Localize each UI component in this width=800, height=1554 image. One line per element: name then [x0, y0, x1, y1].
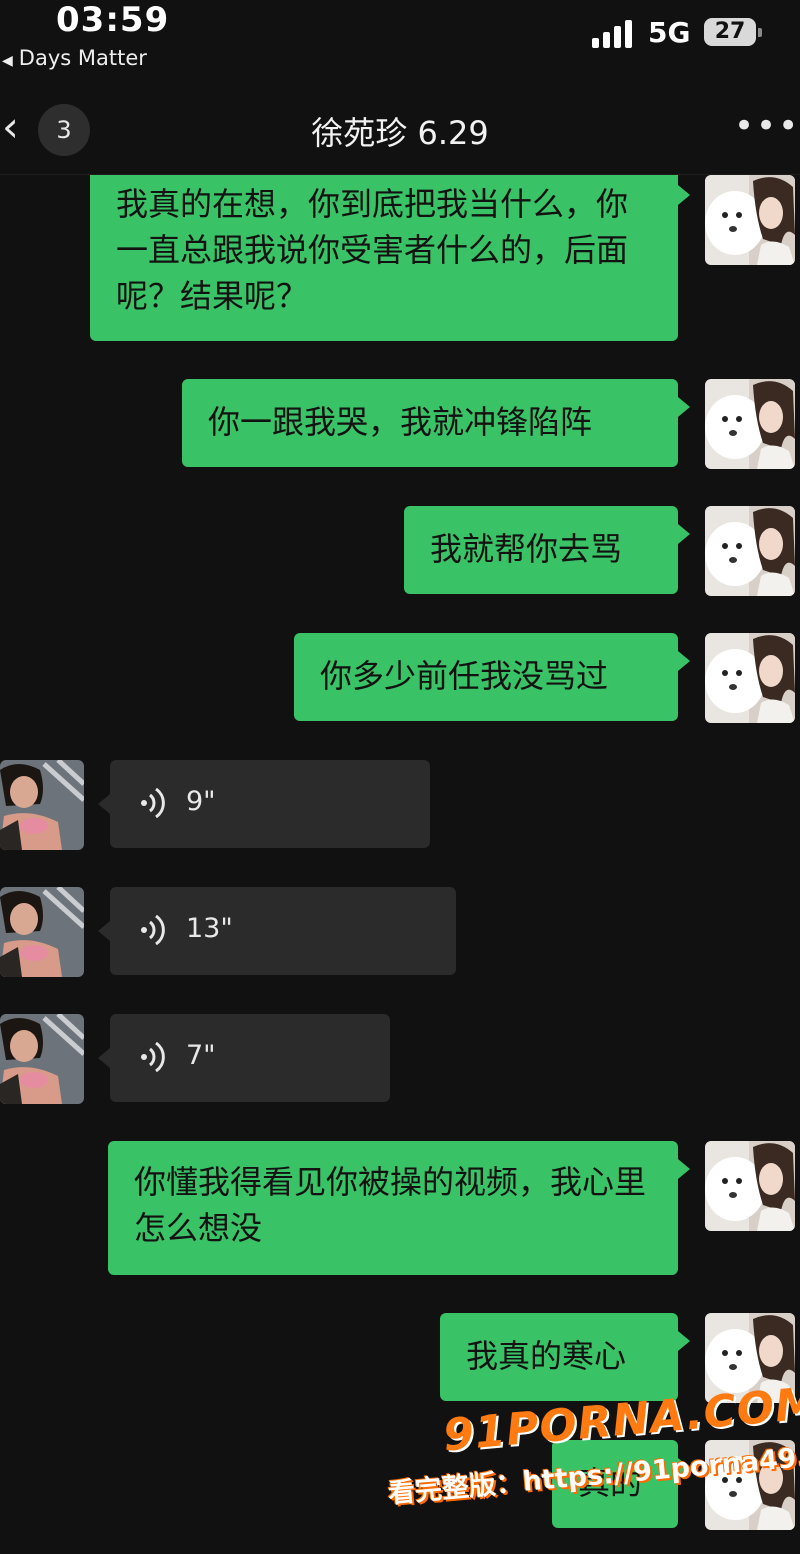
- status-bar: 03:59 ◀ Days Matter 5G 27: [0, 0, 800, 88]
- battery-tip: [758, 28, 762, 37]
- voice-duration: 13": [186, 913, 233, 944]
- sent-message-bubble[interactable]: 真的: [552, 1440, 690, 1528]
- chat-message-list[interactable]: 我真的在想，你到底把我当什么，你一直总跟我说你受害者什么的，后面呢？结果呢？ 你…: [0, 175, 800, 1554]
- my-avatar[interactable]: [705, 1141, 795, 1231]
- contact-avatar[interactable]: [0, 1014, 84, 1104]
- sent-message-bubble[interactable]: 我真的寒心: [440, 1313, 690, 1401]
- my-avatar[interactable]: [705, 633, 795, 723]
- signal-icon: [592, 18, 636, 48]
- voice-wave-icon: [139, 788, 165, 818]
- back-triangle-icon: ◀: [2, 53, 13, 69]
- contact-avatar[interactable]: [0, 760, 84, 850]
- status-time: 03:59: [56, 0, 170, 40]
- network-type: 5G: [648, 16, 691, 49]
- back-chevron-icon[interactable]: ‹: [2, 106, 19, 148]
- voice-wave-icon: [139, 1042, 165, 1072]
- voice-duration: 7": [186, 1040, 216, 1071]
- contact-avatar[interactable]: [0, 887, 84, 977]
- my-avatar[interactable]: [705, 175, 795, 265]
- sent-message-bubble[interactable]: 你懂我得看见你被操的视频，我心里怎么想没: [108, 1141, 690, 1275]
- my-avatar[interactable]: [705, 1440, 795, 1530]
- more-options-icon[interactable]: •••: [734, 106, 800, 146]
- unread-count-badge[interactable]: 3: [38, 104, 90, 156]
- my-avatar[interactable]: [705, 379, 795, 469]
- my-avatar[interactable]: [705, 1313, 795, 1403]
- back-to-app-link[interactable]: ◀ Days Matter: [2, 46, 147, 70]
- sent-message-bubble[interactable]: 你一跟我哭，我就冲锋陷阵: [182, 379, 690, 467]
- battery-icon: 27: [704, 18, 756, 46]
- back-app-label: Days Matter: [18, 46, 147, 70]
- voice-duration: 9": [186, 786, 216, 817]
- voice-message-bubble[interactable]: 13": [98, 887, 456, 975]
- chat-header: ‹ 3 徐苑珍 6.29 •••: [0, 88, 800, 175]
- my-avatar[interactable]: [705, 506, 795, 596]
- voice-wave-icon: [139, 915, 165, 945]
- sent-message-bubble[interactable]: 我就帮你去骂: [404, 506, 690, 594]
- sent-message-bubble[interactable]: 你多少前任我没骂过: [294, 633, 690, 721]
- sent-message-bubble[interactable]: 我真的在想，你到底把我当什么，你一直总跟我说你受害者什么的，后面呢？结果呢？: [90, 175, 690, 341]
- voice-message-bubble[interactable]: 7": [98, 1014, 390, 1102]
- voice-message-bubble[interactable]: 9": [98, 760, 430, 848]
- chat-title: 徐苑珍 6.29: [311, 114, 489, 152]
